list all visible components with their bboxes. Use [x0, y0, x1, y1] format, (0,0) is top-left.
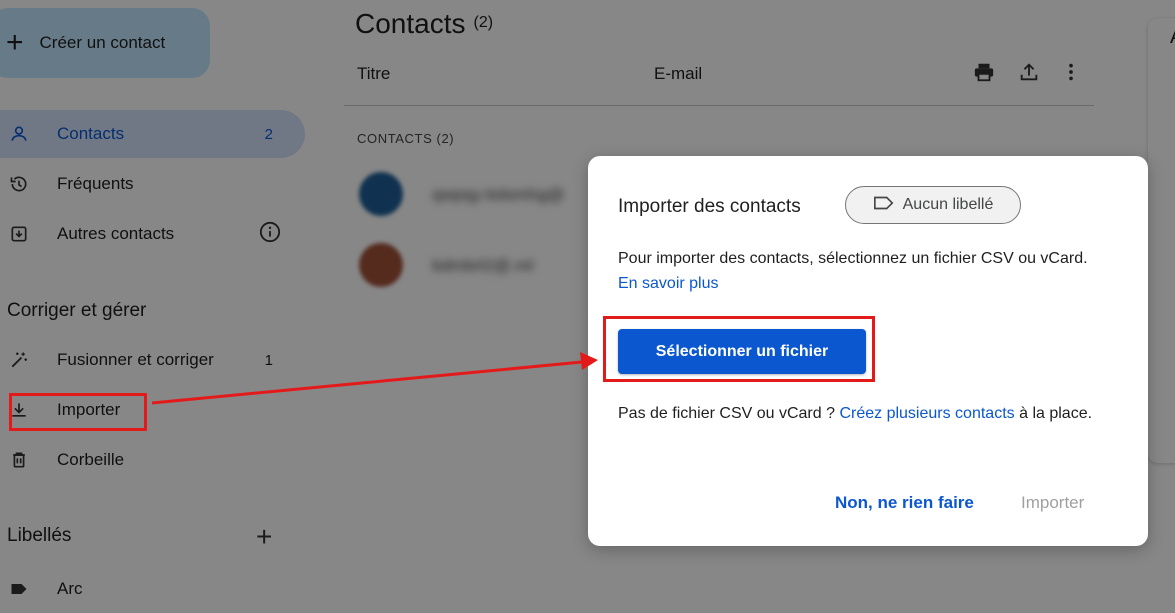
annotation-arrow	[151, 352, 598, 405]
